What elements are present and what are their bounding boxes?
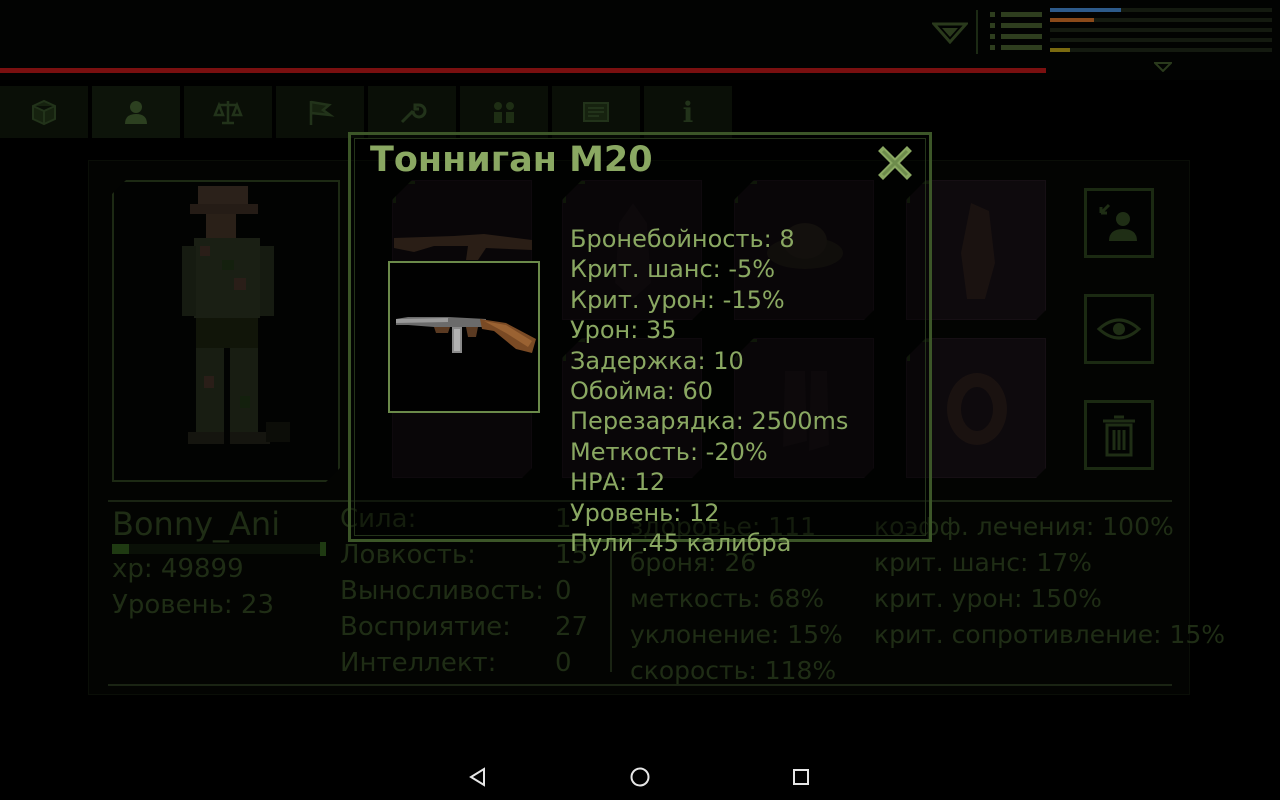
item-stat-ammo: Пули .45 калибра: [570, 529, 792, 558]
dropdown-triangle-icon[interactable]: [932, 22, 968, 44]
tab-party[interactable]: [460, 86, 548, 138]
tab-quests[interactable]: [276, 86, 364, 138]
extra-stat: крит. урон: 150%: [874, 584, 1102, 613]
item-stat-accuracy: Меткость: -20%: [570, 437, 768, 466]
flag-icon: [309, 100, 335, 125]
menu-list-icon[interactable]: [990, 12, 1042, 52]
xp-bar-marker: [320, 542, 326, 556]
combat-stat: меткость: 68%: [630, 584, 825, 613]
item-stat-crit-chance: Крит. шанс: -5%: [570, 255, 776, 284]
item-stat-delay: Задержка: 10: [570, 346, 744, 375]
tab-character[interactable]: [92, 86, 180, 138]
attribute-label: Выносливость:: [340, 576, 544, 606]
item-stat-reload: Перезарядка: 2500ms: [570, 407, 849, 436]
extra-stat: крит. шанс: 17%: [874, 548, 1092, 577]
trash-icon: [1103, 415, 1135, 457]
back-icon: [469, 767, 485, 787]
scales-icon: [213, 101, 243, 125]
item-thumbnail: [388, 261, 540, 413]
wrench-icon: [400, 103, 427, 124]
weapon-slot-ghost-icon: [394, 234, 532, 260]
attribute-label: Интеллект:: [340, 648, 497, 678]
transfer-button[interactable]: [1084, 188, 1154, 258]
resource-bar-fill: [1050, 8, 1122, 12]
character-name: Bonny_Ani: [112, 505, 281, 543]
tab-journal[interactable]: [552, 86, 640, 138]
resource-bar: [1050, 38, 1272, 42]
tab-info[interactable]: i: [644, 86, 732, 138]
info-icon: i: [682, 95, 694, 129]
resource-bar: [1050, 48, 1272, 52]
resource-bar: [1050, 8, 1272, 12]
attribute-label: Восприятие:: [340, 612, 511, 642]
recents-icon: [793, 769, 809, 785]
box-icon: [32, 99, 56, 126]
resource-bar: [1050, 28, 1272, 32]
item-stats-list: Бронебойность: 8 Крит. шанс: -5% Крит. у…: [570, 224, 848, 558]
attribute-label: Ловкость:: [340, 540, 476, 570]
nav-home-button[interactable]: [623, 760, 657, 794]
attribute-value: 27: [555, 612, 589, 642]
item-title: Тонниган M20: [370, 140, 653, 180]
item-stat-damage: Урон: 35: [570, 316, 677, 345]
character-xp: xp: 49899: [112, 554, 244, 584]
system-nav-bar: [0, 752, 1280, 800]
resource-bar-fill: [1050, 48, 1070, 52]
nav-back-button[interactable]: [461, 760, 495, 794]
home-icon: [630, 767, 650, 787]
attribute-value: 0: [555, 576, 572, 606]
person-icon: [125, 101, 147, 124]
attribute-value: 0: [555, 648, 572, 678]
submachine-gun-icon: [396, 317, 536, 353]
item-stat-hpa: НРА: 12: [570, 468, 666, 497]
item-stat-magazine: Обойма: 60: [570, 377, 714, 406]
group-icon: [494, 102, 514, 123]
belt-item-icon: [937, 361, 1017, 457]
eye-icon: [1096, 318, 1142, 340]
combat-stat: уклонение: 15%: [630, 620, 843, 649]
character-portrait: [182, 186, 290, 444]
resource-bar-fill: [1050, 18, 1095, 22]
item-stat-armor-piercing: Бронебойность: 8: [570, 225, 795, 253]
xp-bar-track: [112, 544, 326, 554]
tab-crafting[interactable]: [368, 86, 456, 138]
transfer-person-icon: [1099, 203, 1137, 241]
tab-balance[interactable]: [184, 86, 272, 138]
health-bar: [0, 68, 1046, 73]
expand-down-icon[interactable]: [1154, 62, 1172, 72]
tab-inventory[interactable]: [0, 86, 88, 138]
tab-bar: i: [0, 86, 740, 138]
character-level: Уровень: 23: [112, 590, 275, 620]
notes-icon: [583, 102, 609, 122]
xp-bar-fill: [112, 544, 130, 554]
item-stat-level: Уровень: 12: [570, 498, 720, 527]
combat-stat: скорость: 118%: [630, 656, 837, 685]
resource-bar: [1050, 18, 1272, 22]
item-stat-crit-damage: Крит. урон: -15%: [570, 285, 785, 314]
hud-separator: [976, 10, 978, 54]
top-hud: [0, 0, 1280, 80]
delete-button[interactable]: [1084, 400, 1154, 470]
extra-stat: крит. сопротивление: 15%: [874, 620, 1226, 649]
nav-recents-button[interactable]: [784, 760, 818, 794]
close-icon[interactable]: [878, 146, 912, 180]
inspect-button[interactable]: [1084, 294, 1154, 364]
bracer-item-icon: [937, 203, 1017, 299]
resource-bars: [1050, 8, 1272, 54]
